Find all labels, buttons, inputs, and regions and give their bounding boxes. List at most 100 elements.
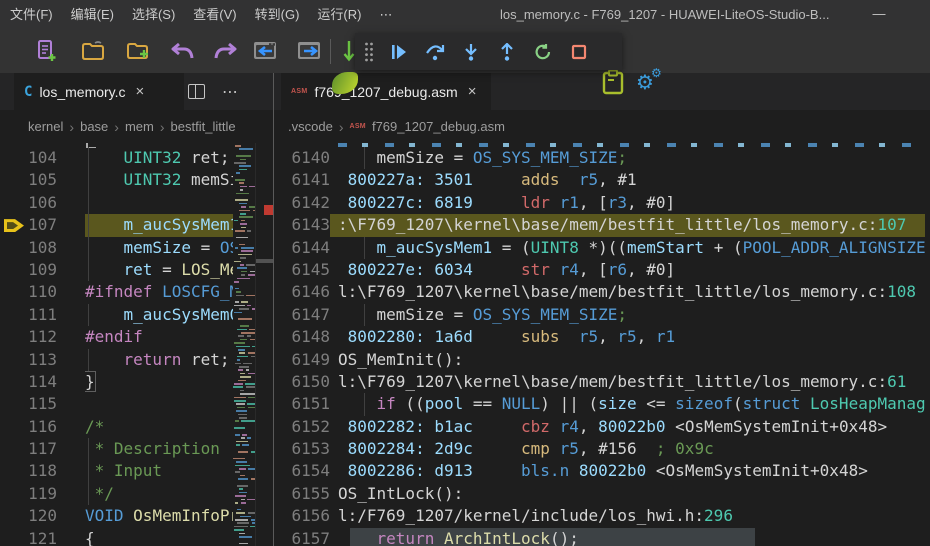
continue-button[interactable] — [381, 35, 417, 68]
minimize-button[interactable]: — — [862, 0, 896, 30]
code-line[interactable]: 6146l:\F769_1207\kernel\base/mem/bestfit… — [274, 281, 925, 303]
line-number[interactable]: 116 — [0, 416, 57, 438]
line-number[interactable]: 6146 — [274, 281, 330, 303]
breadcrumb-item[interactable]: bestfit_little — [171, 119, 236, 134]
step-into-button[interactable] — [453, 35, 489, 68]
breadcrumb-item[interactable]: .vscode — [288, 119, 333, 134]
line-number[interactable]: 121 — [0, 528, 57, 546]
line-number[interactable]: 119 — [0, 483, 57, 505]
menu-item[interactable]: 查看(V) — [184, 0, 245, 30]
line-number[interactable]: 6145 — [274, 259, 330, 281]
line-number[interactable]: 6155 — [274, 483, 330, 505]
code-line[interactable]: 6145 800227e: 6034 str r4, [r6, #0] — [274, 259, 925, 281]
menu-item[interactable]: 文件(F) — [0, 0, 62, 30]
code-line[interactable]: 6152 8002282: b1ac cbz r4, 80022b0 <OsMe… — [274, 416, 925, 438]
line-number[interactable]: 6157 — [274, 528, 330, 546]
code-line[interactable]: 6141 800227a: 3501 adds r5, #1 — [274, 169, 925, 191]
code-line[interactable]: 6151 if ((pool == NULL) || (size <= size… — [274, 393, 925, 415]
code-line[interactable]: 107 m_aucSysMem1 — [0, 214, 233, 236]
code-line[interactable]: 120VOID OsMemInfoPrint — [0, 505, 233, 527]
menu-item[interactable]: ⋯ — [370, 0, 401, 30]
clipboard-icon[interactable] — [600, 68, 626, 96]
code-line[interactable]: 118 * Input — [0, 460, 233, 482]
code-line[interactable]: 109 ret = LOS_MemIn — [0, 259, 233, 281]
overview-ruler[interactable] — [255, 143, 273, 546]
menu-item[interactable]: 转到(G) — [246, 0, 309, 30]
new-folder-icon[interactable] — [124, 37, 152, 65]
breadcrumb-item[interactable]: mem — [125, 119, 154, 134]
line-number[interactable]: 6154 — [274, 460, 330, 482]
code-line[interactable]: 6150l:\F769_1207\kernel\base/mem/bestfit… — [274, 371, 925, 393]
tab-los-memory[interactable]: C los_memory.c × — [14, 73, 184, 110]
menu-item[interactable]: 运行(R) — [308, 0, 370, 30]
editor-back-icon[interactable] — [251, 37, 279, 65]
code-line[interactable]: 6147 memSize = OS_SYS_MEM_SIZE; — [274, 304, 925, 326]
line-number[interactable]: 6147 — [274, 304, 330, 326]
code-line[interactable]: 119 */ — [0, 483, 233, 505]
code-line[interactable]: 111 m_aucSysMem0 — [0, 304, 233, 326]
code-line[interactable]: 110#ifndef LOSCFG_ME — [0, 281, 233, 303]
line-number[interactable]: 117 — [0, 438, 57, 460]
line-number[interactable]: 108 — [0, 237, 57, 259]
code-line[interactable]: 6142 800227c: 6819 ldr r1, [r3, #0] — [274, 192, 925, 214]
line-number[interactable]: 6140 — [274, 147, 330, 169]
line-number[interactable]: 114 — [0, 371, 57, 393]
code-line[interactable]: 6153 8002284: 2d9c cmp r5, #156 ; 0x9c — [274, 438, 925, 460]
open-folder-icon[interactable] — [79, 37, 107, 65]
editor-forward-icon[interactable] — [295, 37, 323, 65]
code-line[interactable]: 106 — [0, 192, 233, 214]
line-number[interactable]: 105 — [0, 169, 57, 191]
line-number[interactable]: 6151 — [274, 393, 330, 415]
line-number[interactable]: 6152 — [274, 416, 330, 438]
code-line[interactable]: 104 UINT32 ret; — [0, 147, 233, 169]
line-number[interactable]: 6153 — [274, 438, 330, 460]
line-number[interactable]: 120 — [0, 505, 57, 527]
line-number[interactable]: 109 — [0, 259, 57, 281]
line-number[interactable]: 110 — [0, 281, 57, 303]
code-line[interactable]: 6157 return ArchIntLock(); — [274, 528, 925, 546]
editor-group-sash[interactable] — [273, 73, 274, 546]
step-out-button[interactable] — [489, 35, 525, 68]
line-number[interactable]: 104 — [0, 147, 57, 169]
menu-item[interactable]: 选择(S) — [123, 0, 184, 30]
redo-icon[interactable] — [212, 37, 240, 65]
code-line[interactable]: 6143:\F769_1207\kernel\base/mem/bestfit_… — [274, 214, 925, 236]
code-line[interactable]: 121{ — [0, 528, 233, 546]
line-number[interactable]: 113 — [0, 349, 57, 371]
code-line[interactable]: 117 * Description — [0, 438, 233, 460]
code-line[interactable]: 114} — [0, 371, 233, 393]
line-number[interactable]: 115 — [0, 393, 57, 415]
code-line[interactable]: 108 memSize = OS_SYS_ — [0, 237, 233, 259]
minimap[interactable] — [233, 143, 255, 546]
close-icon[interactable]: × — [134, 83, 147, 100]
line-number[interactable]: 6156 — [274, 505, 330, 527]
line-number[interactable]: 6148 — [274, 326, 330, 348]
code-line[interactable]: 6149OS_MemInit(): — [274, 349, 925, 371]
code-line[interactable]: 105 UINT32 memSize — [0, 169, 233, 191]
close-icon[interactable]: × — [466, 83, 479, 100]
breadcrumb-item[interactable]: kernel — [28, 119, 63, 134]
code-line[interactable]: 6156l:/F769_1207/kernel/include/los_hwi.… — [274, 505, 925, 527]
settings-gears-icon[interactable]: ⚙⚙ — [636, 70, 654, 95]
line-number[interactable]: 6144 — [274, 237, 330, 259]
code-line[interactable]: 6154 8002286: d913 bls.n 80022b0 <OsMemS… — [274, 460, 925, 482]
code-line[interactable]: 6148 8002280: 1a6d subs r5, r5, r1 — [274, 326, 925, 348]
line-number[interactable]: 6149 — [274, 349, 330, 371]
line-number[interactable]: 112 — [0, 326, 57, 348]
breadcrumb-item[interactable]: f769_1207_debug.asm — [372, 119, 505, 134]
code-line[interactable]: 6144 m_aucSysMem1 = (UINT8 *)((memStart … — [274, 237, 925, 259]
line-number[interactable]: 6141 — [274, 169, 330, 191]
line-number[interactable]: 111 — [0, 304, 57, 326]
tab-debug-asm[interactable]: ASM f769_1207_debug.asm × — [281, 73, 491, 110]
code-line[interactable]: 115 — [0, 393, 233, 415]
split-editor-button[interactable] — [188, 73, 205, 110]
undo-icon[interactable] — [168, 37, 196, 65]
line-number[interactable]: 118 — [0, 460, 57, 482]
menu-item[interactable]: 编辑(E) — [62, 0, 123, 30]
code-line[interactable]: 113 return ret; — [0, 349, 233, 371]
code-line[interactable]: 6155OS_IntLock(): — [274, 483, 925, 505]
code-line[interactable]: 112#endif — [0, 326, 233, 348]
code-line[interactable]: 6140 memSize = OS_SYS_MEM_SIZE; — [274, 147, 925, 169]
code-line[interactable]: 116/* — [0, 416, 233, 438]
more-actions-button[interactable]: ⋯ — [222, 73, 238, 110]
